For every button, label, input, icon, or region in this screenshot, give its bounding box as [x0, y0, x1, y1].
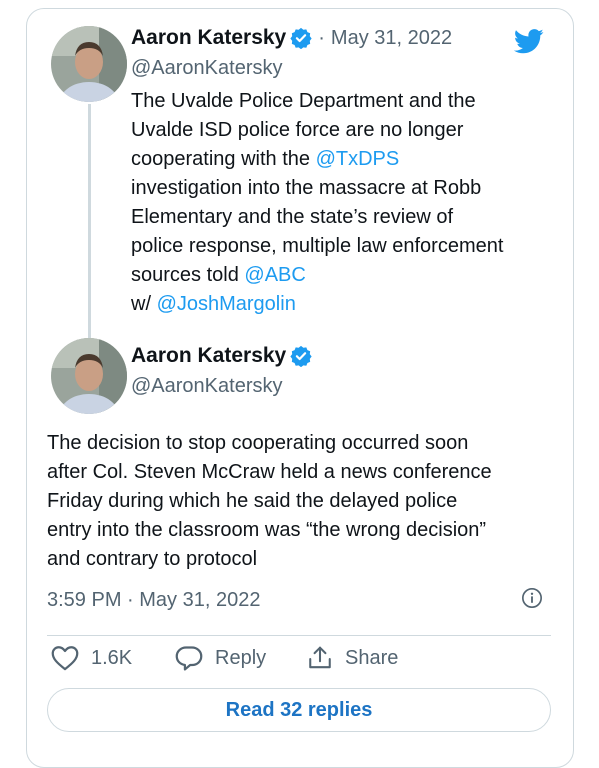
- separator-dot: ·: [318, 26, 325, 49]
- tweet-text: The Uvalde Police Department and the Uval…: [131, 87, 503, 319]
- like-count: 1.6K: [91, 646, 133, 669]
- tweet-header: Aaron Katersky · May 31, 2022: [131, 26, 452, 50]
- text-segment: The Uvalde Police Department and the: [131, 90, 476, 112]
- verified-badge-icon: [290, 27, 312, 49]
- thread-connector-line: [88, 104, 91, 340]
- tweet-text-line: investigation into the massacre at Robb: [131, 174, 503, 203]
- author-handle[interactable]: @AaronKatersky: [131, 375, 282, 398]
- tweet-text-line: and contrary to protocol: [47, 545, 492, 574]
- mention-link[interactable]: @TxDPS: [316, 148, 400, 170]
- text-segment: sources told: [131, 264, 245, 286]
- tweet-text-line: Elementary and the state’s review of: [131, 203, 503, 232]
- share-upload-icon: [309, 646, 331, 669]
- author-name[interactable]: Aaron Katersky: [131, 344, 286, 368]
- speech-bubble-icon: [175, 646, 203, 671]
- like-button[interactable]: 1.6K: [51, 645, 132, 671]
- tweet-text-line: Uvalde ISD police force are no longer: [131, 116, 503, 145]
- tweet-timestamp[interactable]: 3:59 PM · May 31, 2022: [47, 589, 260, 612]
- tweet-text-line: The decision to stop cooperating occurre…: [47, 429, 492, 458]
- text-segment: and contrary to protocol: [47, 548, 258, 570]
- tweet-text: The decision to stop cooperating occurre…: [47, 429, 492, 574]
- text-segment: police response, multiple law enforcemen…: [131, 235, 504, 257]
- avatar[interactable]: [51, 26, 127, 102]
- text-segment: Elementary and the state’s review of: [131, 206, 454, 228]
- twitter-bird-icon[interactable]: [514, 29, 544, 54]
- heart-icon: [51, 646, 79, 671]
- tweet-text-line: cooperating with the @TxDPS: [131, 145, 503, 174]
- author-handle[interactable]: @AaronKatersky: [131, 57, 282, 80]
- info-icon[interactable]: [521, 587, 543, 609]
- share-label: Share: [345, 646, 399, 669]
- tweet-text-line: The Uvalde Police Department and the: [131, 87, 503, 116]
- tweet-text-line: Friday during which he said the delayed …: [47, 487, 492, 516]
- text-segment: w/: [131, 293, 157, 315]
- author-name[interactable]: Aaron Katersky: [131, 26, 286, 50]
- text-segment: investigation into the massacre at Robb: [131, 177, 482, 199]
- text-segment: The decision to stop cooperating occurre…: [47, 432, 469, 454]
- text-segment: Friday during which he said the delayed …: [47, 490, 458, 512]
- mention-link[interactable]: @JoshMargolin: [157, 293, 296, 315]
- mention-link[interactable]: @ABC: [244, 264, 305, 286]
- tweet-text-line: entry into the classroom was “the wrong …: [47, 516, 492, 545]
- verified-badge-icon: [290, 345, 312, 367]
- tweet-header: Aaron Katersky: [131, 344, 312, 368]
- embedded-tweet-card: Aaron Katersky · May 31, 2022 @AaronKate…: [26, 8, 574, 768]
- tweet-text-line: w/ @JoshMargolin: [131, 290, 503, 319]
- read-replies-button[interactable]: Read 32 replies: [47, 688, 551, 732]
- tweet-text-line: police response, multiple law enforcemen…: [131, 232, 503, 261]
- share-button[interactable]: Share: [307, 645, 398, 671]
- divider: [47, 635, 551, 636]
- text-segment: Uvalde ISD police force are no longer: [131, 119, 464, 141]
- tweet-text-line: sources told @ABC: [131, 261, 503, 290]
- tweet-date[interactable]: May 31, 2022: [331, 27, 452, 50]
- text-segment: after Col. Steven McCraw held a news con…: [47, 461, 492, 483]
- read-replies-label: Read 32 replies: [225, 698, 373, 721]
- avatar[interactable]: [51, 338, 127, 414]
- reply-button[interactable]: Reply: [175, 645, 266, 671]
- text-segment: cooperating with the: [131, 148, 316, 170]
- tweet-text-line: after Col. Steven McCraw held a news con…: [47, 458, 492, 487]
- reply-label: Reply: [215, 646, 267, 669]
- text-segment: entry into the classroom was “the wrong …: [47, 519, 487, 541]
